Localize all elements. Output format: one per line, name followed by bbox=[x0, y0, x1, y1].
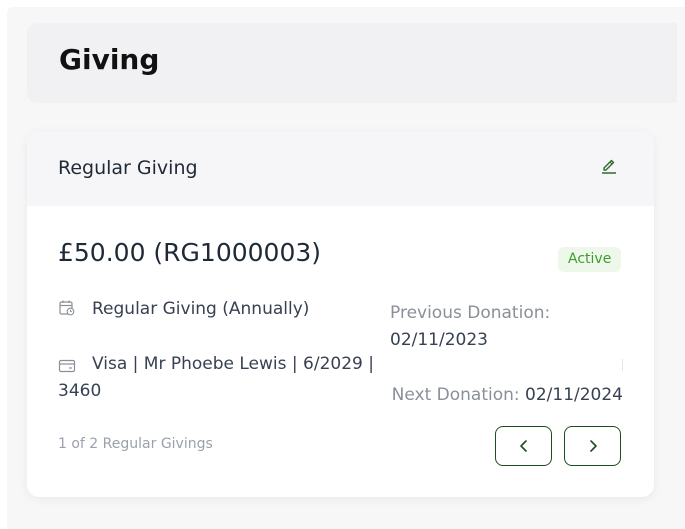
next-donation-value: 02/11/2024 bbox=[525, 385, 623, 405]
credit-card-icon bbox=[58, 359, 76, 373]
next-donation: Next Donation: 02/11/2024 bbox=[392, 382, 623, 409]
next-button[interactable] bbox=[564, 426, 621, 466]
chevron-right-icon bbox=[589, 440, 597, 452]
pager-info: 1 of 2 Regular Givings bbox=[58, 436, 213, 452]
donation-amount: £50.00 (RG1000003) bbox=[58, 238, 322, 267]
previous-donation-label: Previous Donation: bbox=[390, 303, 551, 323]
payment-method-line1: Visa | Mr Phoebe Lewis | 6/2029 | bbox=[92, 354, 374, 374]
previous-donation: Previous Donation: 02/11/2023 bbox=[390, 300, 550, 354]
pager-label: Regular Givings bbox=[102, 436, 213, 452]
regular-giving-card: Regular Giving £50.00 (RG1000003) Active… bbox=[27, 131, 654, 497]
calendar-clock-icon bbox=[59, 300, 75, 316]
frequency-text: Regular Giving (Annually) bbox=[92, 299, 310, 319]
next-donation-label: Next Donation: bbox=[391, 385, 520, 405]
pager-position: 1 of 2 bbox=[58, 436, 99, 452]
payment-method-line2: 3460 bbox=[58, 381, 102, 401]
previous-donation-value: 02/11/2023 bbox=[390, 330, 488, 350]
edit-button[interactable] bbox=[599, 155, 619, 175]
previous-button[interactable] bbox=[495, 426, 552, 466]
chevron-left-icon bbox=[519, 440, 527, 452]
pencil-icon bbox=[602, 159, 616, 174]
status-badge: Active bbox=[558, 247, 622, 272]
divider bbox=[622, 359, 623, 371]
page-title: Giving bbox=[59, 43, 160, 76]
card-title: Regular Giving bbox=[58, 157, 198, 179]
